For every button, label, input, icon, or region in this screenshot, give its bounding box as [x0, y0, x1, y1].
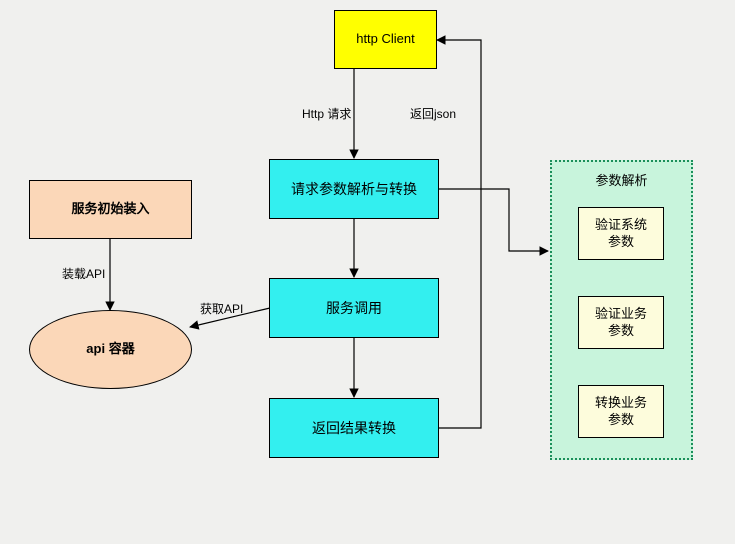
request-parse-label: 请求参数解析与转换: [291, 180, 417, 198]
result-convert-node: 返回结果转换: [269, 398, 439, 458]
request-parse-node: 请求参数解析与转换: [269, 159, 439, 219]
validate-system-param-node: 验证系统 参数: [578, 207, 664, 260]
get-api-edge-label: 获取API: [200, 300, 243, 317]
result-convert-label: 返回结果转换: [312, 419, 396, 437]
http-client-node: http Client: [334, 10, 437, 69]
param-parse-title: 参数解析: [552, 170, 691, 189]
diagram-canvas: http Client 服务初始装入 api 容器 请求参数解析与转换 服务调用…: [0, 0, 735, 544]
api-container-node: api 容器: [29, 310, 192, 389]
convert-business-param-node: 转换业务 参数: [578, 385, 664, 438]
return-json-edge-label: 返回json: [410, 105, 456, 122]
http-request-edge-label: Http 请求: [302, 105, 351, 122]
service-init-load-node: 服务初始装入: [29, 180, 192, 239]
service-init-load-label: 服务初始装入: [71, 201, 149, 218]
validate-business-param-label: 验证业务 参数: [595, 306, 647, 340]
load-api-edge-label: 装载API: [62, 265, 105, 282]
service-call-node: 服务调用: [269, 278, 439, 338]
http-client-label: http Client: [356, 31, 415, 48]
service-call-label: 服务调用: [326, 299, 382, 317]
api-container-label: api 容器: [86, 341, 134, 358]
validate-business-param-node: 验证业务 参数: [578, 296, 664, 349]
convert-business-param-label: 转换业务 参数: [595, 395, 647, 429]
validate-system-param-label: 验证系统 参数: [595, 217, 647, 251]
